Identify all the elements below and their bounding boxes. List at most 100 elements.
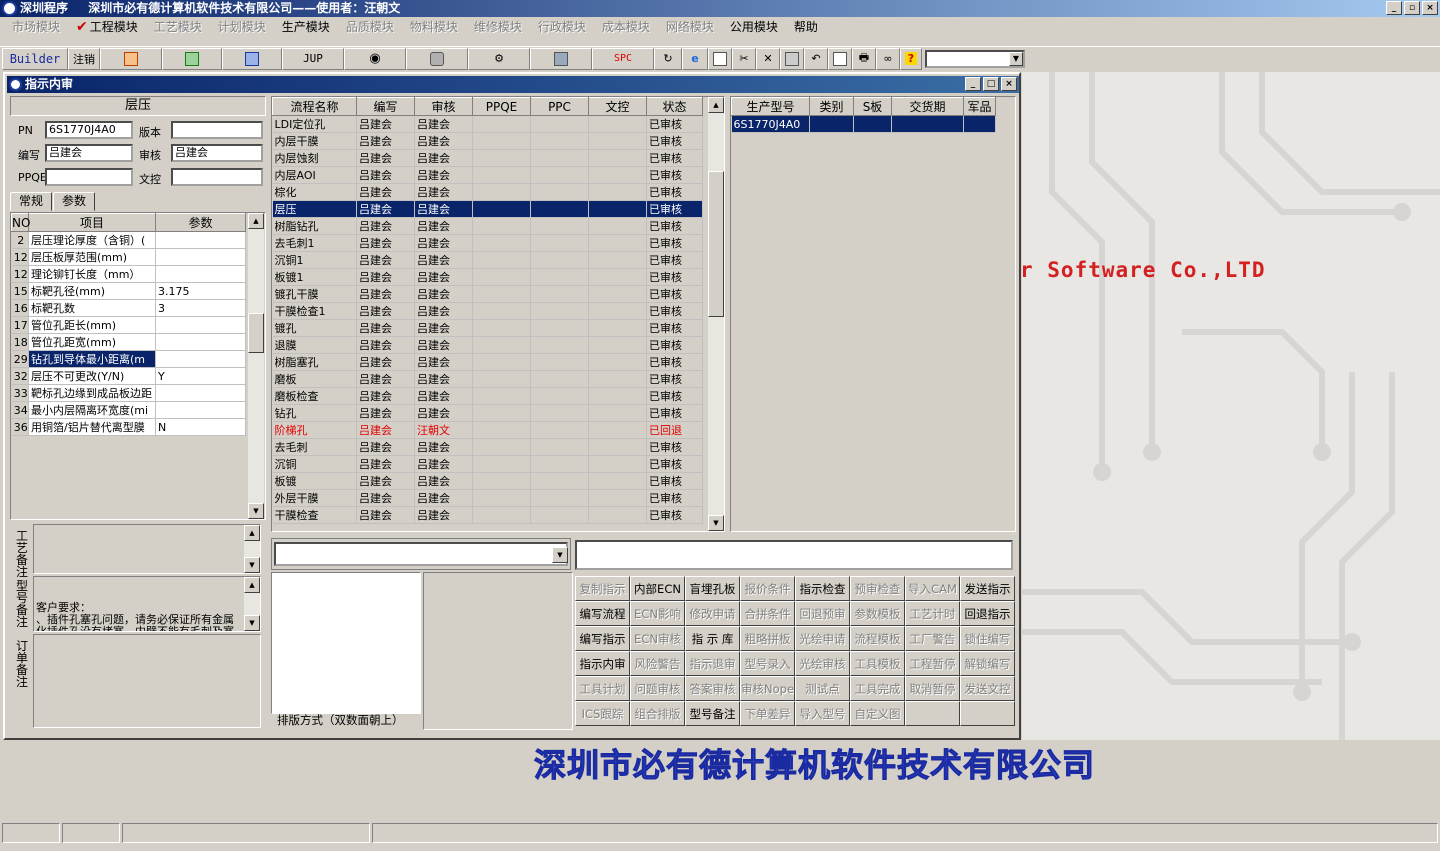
scroll-down-icon[interactable]: ▼	[244, 557, 260, 573]
flow-row[interactable]: 层压 吕建会 吕建会 已审核	[272, 200, 703, 218]
action-button-8[interactable]: 编写流程	[575, 601, 630, 626]
action-button-45[interactable]: 自定义图	[850, 701, 905, 726]
flow-row[interactable]: LDI定位孔 吕建会 吕建会 已审核	[272, 115, 703, 133]
flow-header[interactable]: 流程名称	[272, 97, 357, 116]
model-note-box[interactable]: 客户要求： 、插件孔塞孔问题，请务必保证所有金属化插件孔没有堵塞，内壁不能有毛刺…	[33, 576, 261, 632]
param-row[interactable]: 12 层压板厚范围(mm)	[11, 248, 246, 266]
menu-item-8[interactable]: 行政模块	[530, 17, 594, 37]
menu-item-9[interactable]: 成本模块	[594, 17, 658, 37]
print-button[interactable]: 🖶	[852, 47, 876, 70]
scroll-thumb[interactable]	[248, 313, 264, 353]
version-field[interactable]	[171, 121, 263, 139]
action-button-14[interactable]: 工艺计时	[905, 601, 960, 626]
action-button-17[interactable]: ECN审核	[630, 626, 685, 651]
process-note-box[interactable]: ▲ ▼	[33, 524, 261, 574]
spc-button[interactable]: SPC	[592, 47, 654, 70]
model-header[interactable]: 交货期	[891, 97, 964, 116]
window-maximize-button[interactable]: □	[983, 77, 999, 91]
wenkong-field[interactable]	[171, 168, 263, 186]
action-button-36[interactable]: 测试点	[795, 676, 850, 701]
flow-row[interactable]: 钻孔 吕建会 吕建会 已审核	[272, 404, 703, 422]
action-button-41[interactable]: 组合排版	[630, 701, 685, 726]
action-button-19[interactable]: 粗略拼板	[740, 626, 795, 651]
flow-header[interactable]: 状态	[646, 97, 703, 116]
action-button-33[interactable]: 问题审核	[630, 676, 685, 701]
menu-item-4[interactable]: 生产模块	[274, 17, 338, 37]
scroll-up-icon[interactable]: ▲	[248, 213, 264, 229]
menu-item-5[interactable]: 品质模块	[338, 17, 402, 37]
builder-button[interactable]: Builder	[2, 47, 68, 70]
action-button-27[interactable]: 型号录入	[740, 651, 795, 676]
database-button[interactable]	[406, 47, 468, 70]
action-button-0[interactable]: 复制指示	[575, 576, 630, 601]
param-header[interactable]: 项目	[28, 213, 156, 232]
preview-button[interactable]	[828, 47, 852, 70]
action-button-13[interactable]: 参数模板	[850, 601, 905, 626]
action-button-21[interactable]: 流程模板	[850, 626, 905, 651]
review-field[interactable]: 吕建会	[171, 144, 263, 162]
flow-row[interactable]: 树脂塞孔 吕建会 吕建会 已审核	[272, 353, 703, 371]
flow-row[interactable]: 板镀 吕建会 吕建会 已审核	[272, 472, 703, 490]
model-header[interactable]: S板	[853, 97, 892, 116]
action-button-35[interactable]: 审核Nope	[740, 676, 795, 701]
flow-row[interactable]: 树脂钻孔 吕建会 吕建会 已审核	[272, 217, 703, 235]
model-header[interactable]: 生产型号	[731, 97, 810, 116]
refresh-button[interactable]: ↻	[654, 47, 682, 70]
menu-item-7[interactable]: 维修模块	[466, 17, 530, 37]
undo-button[interactable]: ↶	[804, 47, 828, 70]
save-button[interactable]	[780, 47, 804, 70]
action-button-1[interactable]: 内部ECN	[630, 576, 685, 601]
menu-item-0[interactable]: 市场模块	[4, 17, 68, 37]
action-button-2[interactable]: 盲埋孔板	[685, 576, 740, 601]
action-button-24[interactable]: 指示内审	[575, 651, 630, 676]
flow-scrollbar[interactable]: ▲ ▼	[708, 97, 724, 531]
flow-row[interactable]: 镀孔干膜 吕建会 吕建会 已审核	[272, 285, 703, 303]
action-button-40[interactable]: ICS跟踪	[575, 701, 630, 726]
window-minimize-button[interactable]: _	[965, 77, 981, 91]
action-button-34[interactable]: 答案审核	[685, 676, 740, 701]
model-header[interactable]: 军品	[963, 97, 996, 116]
layout-combo[interactable]	[274, 542, 568, 566]
action-button-42[interactable]: 型号备注	[685, 701, 740, 726]
action-button-26[interactable]: 指示退审	[685, 651, 740, 676]
action-button-25[interactable]: 风险警告	[630, 651, 685, 676]
param-row[interactable]: 34 最小内层隔离环宽度(mi	[11, 401, 246, 419]
action-button-6[interactable]: 导入CAM	[905, 576, 960, 601]
info-input[interactable]	[575, 540, 1013, 570]
scroll-thumb[interactable]	[708, 171, 724, 317]
param-row[interactable]: 15 标靶孔径(mm) 3.175	[11, 282, 246, 300]
action-button-29[interactable]: 工具模板	[850, 651, 905, 676]
flow-row[interactable]: 镀孔 吕建会 吕建会 已审核	[272, 319, 703, 337]
flow-row[interactable]: 沉铜 吕建会 吕建会 已审核	[272, 455, 703, 473]
flow-row[interactable]: 去毛刺 吕建会 吕建会 已审核	[272, 438, 703, 456]
action-button-16[interactable]: 编写指示	[575, 626, 630, 651]
flow-row[interactable]: 内层蚀刻 吕建会 吕建会 已审核	[272, 149, 703, 167]
flow-row[interactable]: 内层AOI 吕建会 吕建会 已审核	[272, 166, 703, 184]
close-button[interactable]: ×	[1422, 1, 1438, 15]
param-row[interactable]: 18 管位孔距宽(mm)	[11, 333, 246, 351]
powerpoint-button[interactable]	[100, 47, 162, 70]
flow-row[interactable]: 磨板 吕建会 吕建会 已审核	[272, 370, 703, 388]
flow-row[interactable]: 去毛刺1 吕建会 吕建会 已审核	[272, 234, 703, 252]
action-button-7[interactable]: 发送指示	[960, 576, 1015, 601]
menu-item-6[interactable]: 物料模块	[402, 17, 466, 37]
param-row[interactable]: 32 层压不可更改(Y/N) Y	[11, 367, 246, 385]
action-button-43[interactable]: 下单差异	[740, 701, 795, 726]
action-button-15[interactable]: 回退指示	[960, 601, 1015, 626]
restore-button[interactable]: ▫	[1404, 1, 1420, 15]
jup-button[interactable]: JUP	[282, 47, 344, 70]
computer-button[interactable]	[530, 47, 592, 70]
flow-row[interactable]: 磨板检查 吕建会 吕建会 已审核	[272, 387, 703, 405]
param-row[interactable]: 12 理论铆钉长度（mm）	[11, 265, 246, 283]
flow-header[interactable]: PPC	[530, 97, 589, 116]
scroll-up-icon[interactable]: ▲	[244, 577, 260, 593]
logout-button[interactable]: 注销	[68, 47, 100, 70]
action-button-12[interactable]: 回退预审	[795, 601, 850, 626]
ie-button[interactable]: e	[682, 47, 708, 70]
menu-item-11[interactable]: 公用模块	[722, 17, 786, 37]
window-close-button[interactable]: ×	[1001, 77, 1017, 91]
author-field[interactable]: 吕建会	[45, 144, 133, 162]
ppqe-field[interactable]	[45, 168, 133, 186]
order-note-box[interactable]	[33, 634, 261, 728]
word-button[interactable]	[222, 47, 282, 70]
